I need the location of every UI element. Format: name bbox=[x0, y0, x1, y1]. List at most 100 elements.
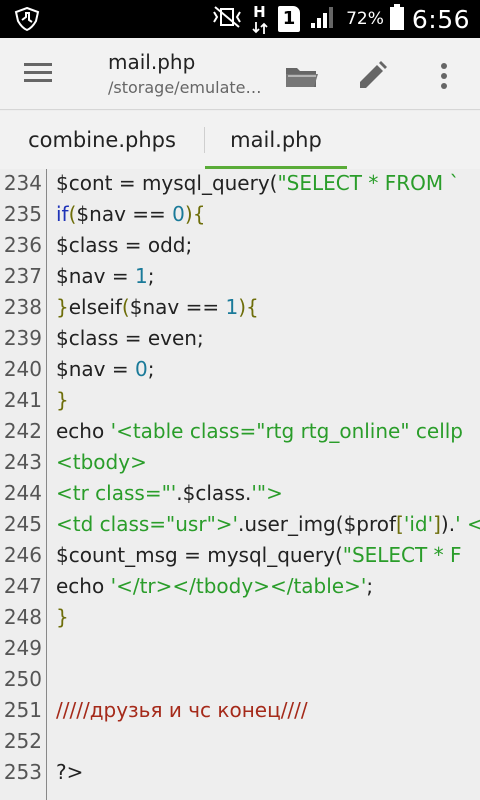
battery-icon bbox=[389, 4, 404, 34]
code-line[interactable]: 236 $class = odd; bbox=[0, 230, 480, 261]
code-line[interactable]: 237 $nav = 1; bbox=[0, 261, 480, 292]
folder-open-icon[interactable] bbox=[280, 54, 324, 98]
battery-percent: 72% bbox=[346, 9, 384, 29]
file-tabs: combine.phps mail.php bbox=[0, 111, 480, 169]
line-number: 234 bbox=[3, 171, 42, 195]
code-token: /////друзья и чс конец//// bbox=[56, 698, 308, 722]
code-editor[interactable]: 234 $cont = mysql_query("SELECT * FROM ` 2… bbox=[0, 169, 480, 800]
vibrate-mute-icon bbox=[212, 6, 242, 32]
code-token: ; bbox=[147, 357, 155, 381]
code-text: $class = odd; bbox=[56, 230, 192, 261]
code-token: ?> bbox=[56, 760, 84, 784]
code-text: ?> bbox=[56, 757, 83, 788]
code-line[interactable]: 235 if($nav == 0){ bbox=[0, 199, 480, 230]
code-token: $prof bbox=[343, 512, 397, 536]
code-line[interactable]: 238 }elseif($nav == 1){ bbox=[0, 292, 480, 323]
pencil-icon[interactable] bbox=[350, 54, 394, 98]
app-toolbar: mail.php /storage/emulate… bbox=[0, 38, 480, 110]
line-number: 240 bbox=[3, 357, 42, 381]
code-token: 0 bbox=[172, 202, 185, 226]
code-text: /////друзья и чс конец//// bbox=[56, 695, 308, 726]
overflow-menu-icon[interactable] bbox=[422, 54, 466, 98]
code-token: ){ bbox=[184, 202, 206, 226]
line-number: 238 bbox=[3, 295, 42, 319]
code-line[interactable]: 243 <tbody> bbox=[0, 447, 480, 478]
line-number: 251 bbox=[3, 698, 42, 722]
hamburger-menu-icon[interactable] bbox=[20, 58, 56, 90]
shield-app-icon bbox=[14, 6, 40, 32]
code-token: [ bbox=[396, 512, 404, 536]
code-line[interactable]: 249 bbox=[0, 633, 480, 664]
file-path: /storage/emulate… bbox=[108, 78, 262, 97]
code-token: <tbody> bbox=[56, 450, 147, 474]
code-token: "SELECT * FROM ` bbox=[277, 171, 460, 195]
code-line[interactable]: 246 $count_msg = mysql_query("SELECT * F bbox=[0, 540, 480, 571]
code-token: $nav == bbox=[129, 295, 226, 319]
code-token: .$class. bbox=[176, 481, 252, 505]
code-text: <tr class="'.$class.'"> bbox=[56, 478, 283, 509]
code-text: $count_msg = mysql_query("SELECT * F bbox=[56, 540, 461, 571]
code-token: <tr class="' bbox=[56, 481, 177, 505]
tab-mail-php[interactable]: mail.php bbox=[205, 111, 347, 169]
code-token: echo bbox=[56, 419, 111, 443]
line-number: 245 bbox=[3, 512, 42, 536]
code-token: ){ bbox=[238, 295, 259, 319]
code-line[interactable]: 252 bbox=[0, 726, 480, 757]
code-line[interactable]: 250 bbox=[0, 664, 480, 695]
code-token: ; bbox=[366, 574, 374, 598]
line-number: 242 bbox=[3, 419, 42, 443]
line-number: 237 bbox=[3, 264, 42, 288]
line-number: 250 bbox=[3, 667, 42, 691]
line-number: 235 bbox=[3, 202, 42, 226]
code-text: }elseif($nav == 1){ bbox=[56, 292, 259, 323]
code-token: echo bbox=[56, 574, 111, 598]
code-line[interactable]: 251 /////друзья и чс конец//// bbox=[0, 695, 480, 726]
line-number: 253 bbox=[3, 760, 42, 784]
line-number: 252 bbox=[3, 729, 42, 753]
code-token: ( bbox=[121, 295, 130, 319]
code-token: 1 bbox=[225, 295, 239, 319]
code-token: ; bbox=[147, 264, 155, 288]
code-text: if($nav == 0){ bbox=[56, 199, 205, 230]
code-line[interactable]: 234 $cont = mysql_query("SELECT * FROM ` bbox=[0, 169, 480, 199]
code-token: 1 bbox=[134, 264, 148, 288]
signal-strength-icon bbox=[310, 5, 336, 33]
code-text: echo '<table class="rtg rtg_online" cell… bbox=[56, 416, 463, 447]
line-number: 244 bbox=[3, 481, 42, 505]
line-number: 236 bbox=[3, 233, 42, 257]
code-line[interactable]: 248} bbox=[0, 602, 480, 633]
code-text: <tbody> bbox=[56, 447, 147, 478]
code-token: 0 bbox=[134, 357, 148, 381]
clock: 6:56 bbox=[411, 4, 470, 34]
status-bar: H 1 72% 6:56 bbox=[0, 0, 480, 38]
code-token: if bbox=[56, 202, 69, 226]
code-token: '"> bbox=[251, 481, 283, 505]
code-text: } bbox=[56, 602, 69, 633]
code-token: '<table class="rtg rtg_online" cellp bbox=[110, 419, 463, 443]
code-token: $nav = bbox=[56, 357, 135, 381]
line-number: 247 bbox=[3, 574, 42, 598]
code-token: elseif bbox=[68, 295, 122, 319]
line-number: 243 bbox=[3, 450, 42, 474]
code-text: $class = even; bbox=[56, 323, 204, 354]
title-block: mail.php /storage/emulate… bbox=[108, 50, 262, 97]
code-token: $class = odd; bbox=[56, 233, 193, 257]
code-line[interactable]: 242 echo '<table class="rtg rtg_online" c… bbox=[0, 416, 480, 447]
code-token: ] bbox=[433, 512, 441, 536]
code-line[interactable]: 253 ?> bbox=[0, 757, 480, 788]
code-text: $nav = 1; bbox=[56, 261, 154, 292]
code-line[interactable]: 239 $class = even; bbox=[0, 323, 480, 354]
code-line[interactable]: 240 $nav = 0; bbox=[0, 354, 480, 385]
tab-combine-phps[interactable]: combine.phps bbox=[0, 111, 204, 169]
code-token: $count_msg = mysql_query( bbox=[56, 543, 343, 567]
line-number: 239 bbox=[3, 326, 42, 350]
code-line[interactable]: 241} bbox=[0, 385, 480, 416]
code-line[interactable]: 245 <td class="usr">'.user_img($prof['id'… bbox=[0, 509, 480, 540]
code-line[interactable]: 247 echo '</tr></tbody></table>'; bbox=[0, 571, 480, 602]
code-text: <td class="usr">'.user_img($prof['id']).… bbox=[56, 509, 480, 540]
code-line[interactable]: 244 <tr class="'.$class.'"> bbox=[0, 478, 480, 509]
network-type-icon: H bbox=[252, 3, 268, 34]
code-token: $nav = bbox=[56, 264, 135, 288]
code-token: "SELECT * F bbox=[342, 543, 462, 567]
code-token: $nav == bbox=[76, 202, 173, 226]
